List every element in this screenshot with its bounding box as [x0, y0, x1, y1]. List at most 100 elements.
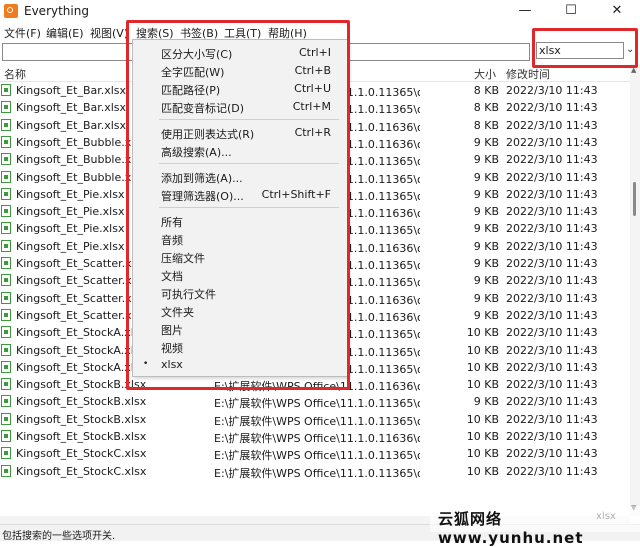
xlsx-file-icon	[1, 205, 11, 218]
file-path: E:\扩展软件\WPS Office\11.1.0.11365\offic...	[214, 449, 420, 463]
file-modified: 2022/3/10 11:43	[506, 135, 598, 149]
xlsx-file-icon	[1, 360, 11, 373]
table-row[interactable]: Kingsoft_Et_StockC.xlsx E:\扩展软件\WPS Offic…	[0, 463, 630, 480]
file-modified: 2022/3/10 11:43	[506, 170, 598, 184]
xlsx-file-icon	[1, 170, 11, 183]
table-row[interactable]: Kingsoft_Et_StockB.xlsx E:\扩展软件\WPS Offic…	[0, 393, 630, 410]
file-size: 9 KB	[473, 170, 499, 184]
menu-view[interactable]: 视图(V)	[90, 25, 128, 41]
file-modified: 2022/3/10 11:43	[506, 257, 598, 270]
xlsx-file-icon	[1, 378, 11, 391]
file-modified: 2022/3/10 11:43	[506, 412, 598, 426]
table-row[interactable]: Kingsoft_Et_StockC.xlsx E:\扩展软件\WPS Offic…	[0, 445, 630, 462]
minimize-button[interactable]: —	[502, 0, 548, 22]
xlsx-file-icon	[1, 308, 11, 321]
column-modified-header[interactable]: 修改时间	[506, 66, 550, 82]
file-modified: 2022/3/10 11:43	[506, 326, 598, 340]
everything-app-icon	[4, 4, 18, 18]
file-modified: 2022/3/10 11:43	[506, 153, 598, 167]
file-path: E:\扩展软件\WPS Office\11.1.0.11365\offic...	[214, 414, 420, 428]
file-modified: 2022/3/10 11:43	[506, 360, 598, 374]
file-size: 10 KB	[466, 447, 499, 461]
file-modified: 2022/3/10 11:43	[506, 291, 598, 305]
xlsx-file-icon	[1, 274, 11, 287]
file-size: 10 KB	[466, 326, 499, 340]
file-path: E:\扩展软件\WPS Office\11.1.0.11365\offic...	[214, 397, 420, 411]
table-row[interactable]: Kingsoft_Et_StockB.xlsx E:\扩展软件\WPS Offic…	[0, 428, 630, 445]
file-size: 8 KB	[473, 84, 499, 97]
file-name: Kingsoft_Et_Pie.xlsx	[16, 239, 125, 253]
window-title: Everything	[24, 4, 89, 18]
file-name: Kingsoft_Et_StockB.xlsx	[16, 430, 147, 443]
title-bar: Everything — ☐ ✕	[0, 0, 640, 22]
xlsx-file-icon	[1, 447, 11, 460]
file-size: 8 KB	[473, 101, 499, 115]
xlsx-file-icon	[1, 101, 11, 114]
file-size: 9 KB	[473, 222, 499, 236]
file-name: Kingsoft_Et_StockB.xlsx	[16, 395, 147, 409]
xlsx-file-icon	[1, 395, 11, 408]
file-name: Kingsoft_Et_StockC.xlsx	[16, 447, 147, 461]
xlsx-file-icon	[1, 412, 11, 425]
close-button[interactable]: ✕	[594, 0, 640, 22]
file-modified: 2022/3/10 11:43	[506, 274, 598, 288]
file-path: E:\扩展软件\WPS Office\11.1.0.11636\offic...	[214, 432, 420, 445]
file-size: 10 KB	[466, 360, 499, 374]
file-modified: 2022/3/10 11:43	[506, 101, 598, 115]
file-modified: 2022/3/10 11:43	[506, 84, 598, 97]
xlsx-file-icon	[1, 239, 11, 252]
file-name: Kingsoft_Et_Pie.xlsx	[16, 205, 125, 219]
file-size: 10 KB	[466, 412, 499, 426]
xlsx-file-icon	[1, 118, 11, 131]
xlsx-file-icon	[1, 291, 11, 304]
xlsx-file-icon	[1, 343, 11, 356]
file-size: 10 KB	[466, 343, 499, 357]
file-size: 9 KB	[473, 291, 499, 305]
file-size: 9 KB	[473, 153, 499, 167]
file-modified: 2022/3/10 11:43	[506, 222, 598, 236]
column-size-header[interactable]: 大小	[474, 66, 496, 82]
file-modified: 2022/3/10 11:43	[506, 430, 598, 443]
file-modified: 2022/3/10 11:43	[506, 378, 598, 392]
xlsx-file-icon	[1, 135, 11, 148]
file-name: Kingsoft_Et_Pie.xlsx	[16, 222, 125, 236]
file-modified: 2022/3/10 11:43	[506, 239, 598, 253]
file-size: 9 KB	[473, 274, 499, 288]
xlsx-file-icon	[1, 326, 11, 339]
file-modified: 2022/3/10 11:43	[506, 205, 598, 219]
highlight-box-filter	[532, 28, 638, 68]
xlsx-file-icon	[1, 84, 11, 96]
xlsx-file-icon	[1, 187, 11, 200]
column-name-header[interactable]: 名称	[4, 66, 26, 82]
file-modified: 2022/3/10 11:43	[506, 118, 598, 132]
xlsx-file-icon	[1, 257, 11, 269]
file-name: Kingsoft_Et_Bar.xlsx	[16, 101, 127, 115]
menu-edit[interactable]: 编辑(E)	[46, 25, 84, 41]
highlight-box-search-menu	[126, 20, 350, 390]
file-path: E:\扩展软件\WPS Office\11.1.0.11365\offic...	[214, 466, 420, 480]
file-name: Kingsoft_Et_StockC.xlsx	[16, 464, 147, 478]
file-size: 9 KB	[473, 135, 499, 149]
file-size: 9 KB	[473, 187, 499, 201]
watermark: 云狐网络 www.yunhu.net	[438, 510, 584, 547]
file-modified: 2022/3/10 11:43	[506, 447, 598, 461]
file-size: 10 KB	[466, 430, 499, 443]
xlsx-file-icon	[1, 464, 11, 477]
file-modified: 2022/3/10 11:43	[506, 187, 598, 201]
table-row[interactable]: Kingsoft_Et_StockB.xlsx E:\扩展软件\WPS Offic…	[0, 411, 630, 428]
file-name: Kingsoft_Et_Bar.xlsx	[16, 84, 127, 97]
file-size: 10 KB	[466, 378, 499, 392]
vertical-scrollbar[interactable]: ▲ ▼	[630, 64, 640, 516]
file-size: 8 KB	[473, 118, 499, 132]
file-name: Kingsoft_Et_Pie.xlsx	[16, 187, 125, 201]
file-modified: 2022/3/10 11:43	[506, 395, 598, 409]
file-size: 10 KB	[466, 464, 499, 478]
xlsx-file-icon	[1, 430, 11, 442]
maximize-button[interactable]: ☐	[548, 0, 594, 22]
file-size: 9 KB	[473, 308, 499, 322]
xlsx-file-icon	[1, 153, 11, 166]
file-size: 9 KB	[473, 205, 499, 219]
xlsx-file-icon	[1, 222, 11, 235]
menu-file[interactable]: 文件(F)	[4, 25, 41, 41]
scrollbar-thumb[interactable]	[633, 182, 636, 216]
